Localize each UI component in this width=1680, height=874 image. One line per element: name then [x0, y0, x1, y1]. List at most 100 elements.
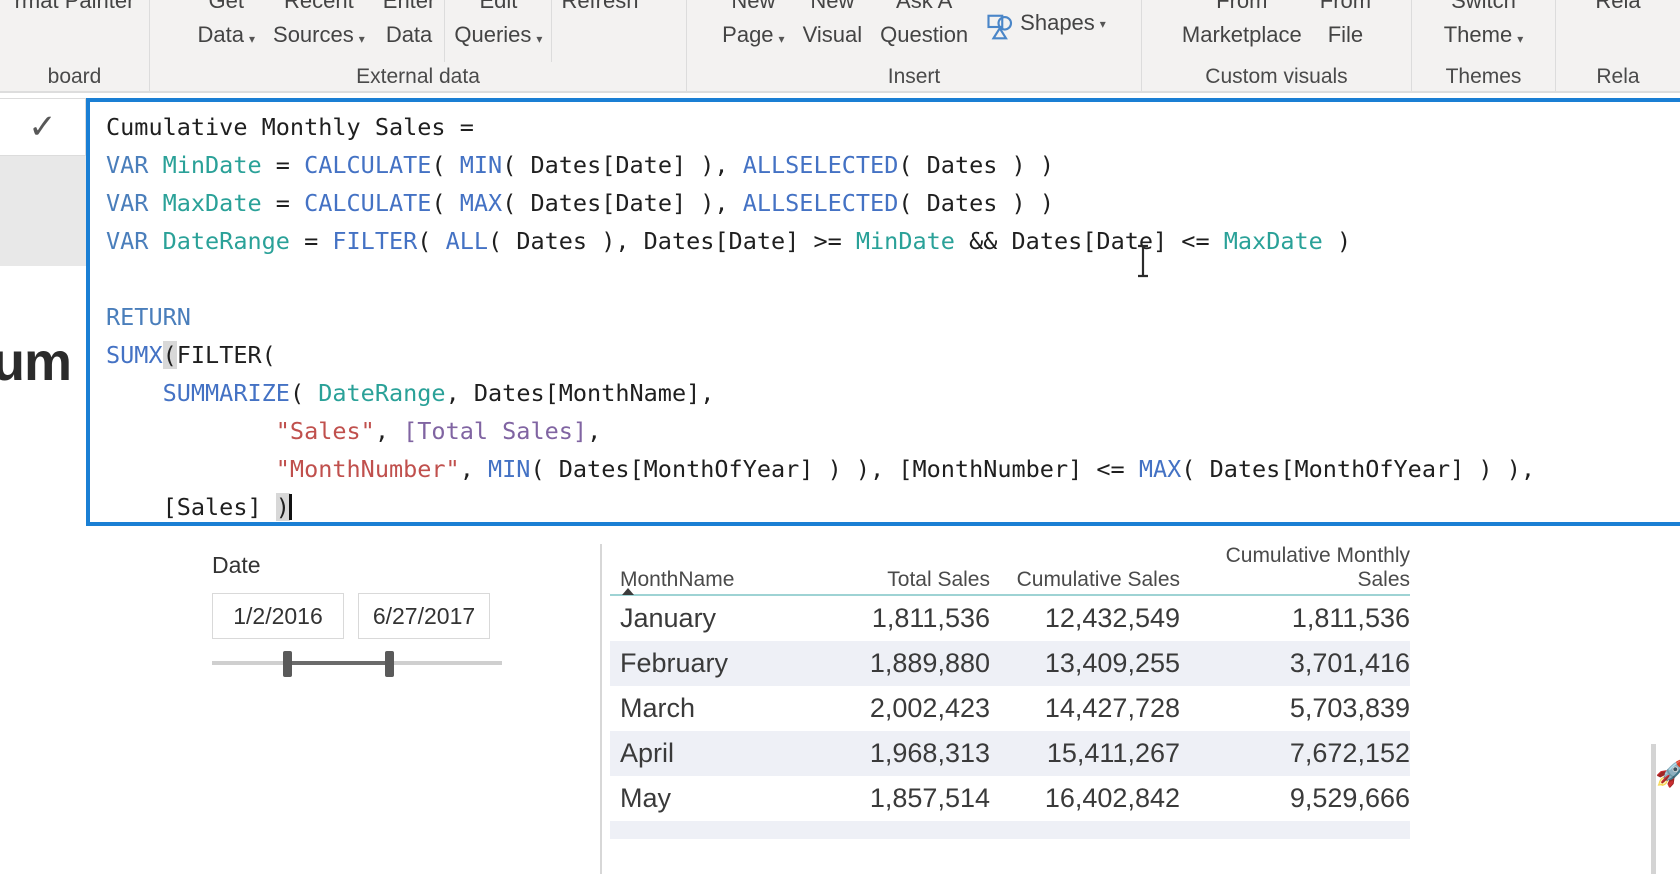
- dax-code-line: RETURN: [106, 298, 1680, 336]
- dax-token: (: [162, 341, 177, 369]
- ribbon-group-items: Get Data ▾ Recent Sources ▾ Enter Data Edit Queri…: [189, 0, 648, 62]
- column-header-label: Total Sales: [887, 568, 990, 591]
- dax-token: MIN: [459, 151, 503, 179]
- ribbon-group-label-custom-visuals: Custom visuals: [1205, 65, 1348, 88]
- column-header-cumulative-sales[interactable]: Cumulative Sales: [990, 530, 1180, 596]
- ask-a-question-button[interactable]: Ask A Question: [871, 0, 977, 52]
- table-cell: 1,889,880: [810, 641, 990, 686]
- ribbon-button-label-line2: File: [1327, 22, 1364, 47]
- page-title: um: [0, 332, 72, 392]
- dax-token: ( Dates[Date] ),: [502, 151, 743, 179]
- table-cell: 1,811,536: [871, 603, 990, 633]
- table-row[interactable]: May 1,857,514 16,402,842 9,529,666: [610, 776, 1410, 821]
- dax-code-line: VAR MinDate = CALCULATE( MIN( Dates[Date…: [106, 146, 1680, 184]
- sort-ascending-icon[interactable]: [622, 588, 634, 595]
- table-header-row: MonthName Total Sales Cumulative Sales Cumu…: [610, 530, 1410, 596]
- new-visual-button[interactable]: New Visual: [794, 0, 872, 52]
- ribbon-toolbar: rmat Painter board Get Data ▾ Recent Sources ▾ E…: [0, 0, 1680, 92]
- table-visual[interactable]: MonthName Total Sales Cumulative Sales Cumu…: [600, 530, 1410, 874]
- dax-token: Cumulative Monthly Sales =: [106, 113, 474, 141]
- dax-token: [Sales]: [106, 493, 276, 521]
- dax-token: MAX: [1138, 455, 1182, 483]
- table-cell: 16,402,842: [1044, 783, 1180, 813]
- ribbon-button-label-line2: Rela: [1595, 0, 1641, 13]
- dax-token: SUMX: [106, 341, 163, 369]
- ribbon-group-items: Rela: [1586, 0, 1649, 62]
- dax-token: ALL: [445, 227, 489, 255]
- chevron-down-icon[interactable]: ▾: [249, 32, 255, 46]
- ribbon-group-label-insert: Insert: [887, 65, 941, 88]
- table-cell: January: [620, 603, 717, 633]
- slicer-start-date-input[interactable]: 1/2/2016: [212, 593, 344, 639]
- enter-data-button[interactable]: Enter Data: [374, 0, 445, 52]
- dax-token: ( Dates ) ): [898, 189, 1054, 217]
- table-row[interactable]: April 1,968,313 15,411,267 7,672,152: [610, 731, 1410, 776]
- table-cell: 7,672,152: [1180, 731, 1410, 776]
- table-cell: [990, 821, 1180, 839]
- dax-token: ( Dates[Date] ),: [502, 189, 743, 217]
- table-row[interactable]: February 1,889,880 13,409,255 3,701,416: [610, 641, 1410, 686]
- dax-token: [106, 379, 163, 407]
- ribbon-group: rmat Painter board: [0, 0, 150, 92]
- formula-commit-button[interactable]: ✓: [0, 98, 86, 156]
- dax-token: VAR: [106, 227, 163, 255]
- dax-token: CALCULATE: [304, 189, 432, 217]
- ribbon-button-label-line1: Edit: [479, 0, 518, 13]
- dax-token: CALCULATE: [304, 151, 432, 179]
- table-row[interactable]: [610, 821, 1410, 839]
- table-cell: [810, 821, 990, 839]
- chevron-down-icon[interactable]: ▾: [779, 32, 785, 46]
- edit-queries-button[interactable]: Edit Queries ▾: [445, 0, 551, 55]
- table-cell: 1,968,313: [810, 731, 990, 776]
- column-header-monthname[interactable]: MonthName: [610, 530, 810, 596]
- shapes-button[interactable]: Shapes ▾: [977, 0, 1115, 40]
- chevron-down-icon[interactable]: ▾: [536, 32, 542, 46]
- from-marketplace-button[interactable]: From Marketplace: [1173, 0, 1311, 52]
- ribbon-button-label-line1: Enter: [382, 0, 436, 13]
- recent-sources-button[interactable]: Recent Sources ▾: [264, 0, 374, 55]
- dax-token: , Dates[MonthName],: [445, 379, 715, 407]
- dax-token: ): [1322, 227, 1352, 255]
- dax-token: && Dates[Date] <=: [954, 227, 1224, 255]
- format-painter-button[interactable]: rmat Painter: [6, 0, 144, 18]
- slider-handle-right[interactable]: [384, 651, 394, 677]
- refresh-button[interactable]: Refresh: [552, 0, 647, 18]
- dax-formula-editor[interactable]: Cumulative Monthly Sales = VAR MinDate = …: [86, 98, 1680, 526]
- column-header-cumulative-monthly-sales[interactable]: Cumulative Monthly Sales: [1180, 530, 1410, 596]
- table-cell: 15,411,267: [990, 731, 1180, 776]
- chevron-down-icon[interactable]: ▾: [1100, 17, 1106, 31]
- ribbon-group-label-relationships: Rela: [1596, 65, 1640, 88]
- table-cell: 5,703,839: [1289, 693, 1410, 723]
- table-row[interactable]: March 2,002,423 14,427,728 5,703,839: [610, 686, 1410, 731]
- report-canvas-left-edge: [0, 266, 86, 526]
- dax-token: =: [261, 151, 305, 179]
- ribbon-group: From Marketplace From File Custom visuals: [1142, 0, 1412, 92]
- column-header-total-sales[interactable]: Total Sales: [810, 530, 990, 596]
- dax-code-line: "MonthNumber", MIN( Dates[MonthOfYear] )…: [106, 450, 1680, 488]
- dax-token: MAX: [459, 189, 503, 217]
- ribbon-button-label-line2: Visual: [802, 22, 863, 47]
- new-page-button[interactable]: New Page ▾: [713, 0, 793, 55]
- chevron-down-icon[interactable]: ▾: [359, 32, 365, 46]
- dax-code-line: "Sales", [Total Sales],: [106, 412, 1680, 450]
- slider-handle-left[interactable]: [283, 651, 293, 677]
- ribbon-button-label-line1: Ask A: [896, 0, 953, 13]
- dax-code-text[interactable]: Cumulative Monthly Sales = VAR MinDate = …: [106, 108, 1680, 522]
- dax-token: =: [289, 227, 333, 255]
- text-cursor-ibeam: [1138, 244, 1148, 278]
- get-data-button[interactable]: Get Data ▾: [189, 0, 265, 55]
- table-cell: 14,427,728: [1044, 693, 1180, 723]
- from-file-button[interactable]: From File: [1311, 0, 1380, 52]
- shapes-icon: [986, 12, 1016, 42]
- ribbon-group-items: Switch Theme ▾: [1435, 0, 1533, 62]
- chevron-down-icon[interactable]: ▾: [1517, 32, 1523, 46]
- switch-theme-button[interactable]: Switch Theme ▾: [1435, 0, 1533, 55]
- table-row[interactable]: January 1,811,536 12,432,549 1,811,536: [610, 595, 1410, 641]
- manage-relationships-button[interactable]: Rela: [1586, 0, 1649, 18]
- slicer-range-slider[interactable]: [212, 645, 502, 685]
- dax-token: (: [261, 341, 276, 369]
- slicer-end-date-input[interactable]: 6/27/2017: [358, 593, 490, 639]
- ribbon-group: New Page ▾ New Visual Ask A Question Shapes ▾ Ins…: [687, 0, 1142, 92]
- ribbon-button-label-line2: Page ▾: [722, 22, 785, 47]
- dax-token: MaxDate: [162, 189, 262, 217]
